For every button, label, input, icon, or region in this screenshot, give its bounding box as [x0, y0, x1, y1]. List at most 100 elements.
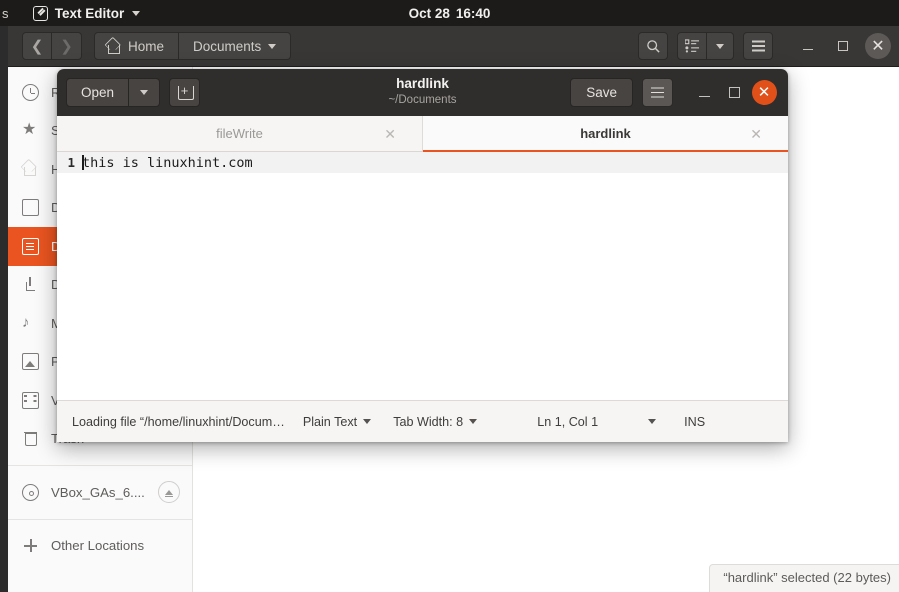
topbar-date: Oct 28 [408, 5, 450, 21]
sidebar-divider [8, 465, 192, 466]
pencil-icon [32, 5, 48, 21]
forward-button[interactable]: ❯ [52, 32, 82, 60]
new-tab-button[interactable] [169, 78, 201, 107]
topbar-app-menu[interactable]: Text Editor [32, 5, 141, 21]
editor-maximize-button[interactable] [719, 79, 749, 106]
status-insert-mode: INS [684, 414, 706, 429]
video-icon [22, 391, 39, 409]
status-file-message: Loading file “/home/linuxhint/Docum… [72, 414, 285, 429]
back-button[interactable]: ❮ [22, 32, 52, 60]
files-close-button[interactable]: ✕ [865, 33, 891, 59]
files-header-bar: ❮ ❯ Home Documents ✕ [8, 26, 899, 67]
chevron-down-icon [469, 419, 478, 424]
status-position-label: Ln 1, Col 1 [537, 414, 599, 429]
chevron-down-icon [268, 43, 277, 49]
tab-filewrite[interactable]: fileWrite ✕ [57, 116, 423, 151]
editor-close-button[interactable]: ✕ [749, 79, 779, 106]
tab-close-hardlink[interactable]: ✕ [750, 127, 762, 141]
list-view-button[interactable] [677, 32, 707, 60]
search-button[interactable] [638, 32, 668, 60]
editor-header-bar: Open hardlink ~/Documents Save ✕ [57, 69, 788, 116]
desktop-screen: s Text Editor Oct 28 16:40 ❮ ❯ Home Docum… [0, 0, 899, 592]
editor-text-area[interactable]: 1 this is linuxhint.com [57, 152, 788, 400]
maximize-icon [838, 41, 848, 51]
breadcrumb-item-documents[interactable]: Documents [179, 32, 292, 60]
line-number: 1 [67, 155, 75, 170]
editor-tab-bar: fileWrite ✕ hardlink ✕ [57, 116, 788, 152]
view-mode-group [677, 32, 734, 60]
status-tab-width-label: Tab Width: 8 [393, 414, 464, 429]
open-button[interactable]: Open [66, 78, 130, 107]
sidebar-item-vbox-device[interactable]: VBox_GAs_6.... [8, 473, 192, 512]
line-text-wrapper: this is linuxhint.com [80, 154, 253, 171]
hamburger-menu-icon [651, 91, 664, 94]
breadcrumb: Home Documents [94, 32, 292, 60]
chevron-down-icon [363, 419, 372, 424]
view-options-button[interactable] [707, 32, 734, 60]
breadcrumb-item-home[interactable]: Home [94, 32, 180, 60]
open-dropdown-button[interactable] [129, 78, 161, 107]
tab-label-hardlink: hardlink [580, 126, 631, 141]
editor-header-right: Save ✕ [570, 78, 779, 107]
list-view-icon [684, 39, 699, 53]
sidebar-item-other-locations[interactable]: Other Locations [8, 527, 192, 566]
trash-icon [22, 430, 39, 447]
files-menu-button[interactable] [743, 32, 773, 60]
status-language-selector[interactable]: Plain Text [302, 414, 372, 429]
gnome-top-bar: s Text Editor Oct 28 16:40 [0, 0, 899, 26]
status-tab-width-selector[interactable]: Tab Width: 8 [393, 414, 478, 429]
minimize-icon [803, 48, 813, 51]
sidebar-divider-2 [8, 518, 192, 520]
tab-label-filewrite: fileWrite [216, 126, 263, 141]
nav-buttons-group: ❮ ❯ [22, 32, 82, 60]
tab-close-filewrite[interactable]: ✕ [384, 127, 396, 141]
status-cursor-position: Ln 1, Col 1 [537, 415, 598, 429]
status-position-chevron-down-icon[interactable] [648, 419, 657, 424]
download-icon [22, 276, 39, 293]
tab-hardlink[interactable]: hardlink ✕ [423, 116, 788, 152]
clock-icon [22, 83, 39, 101]
editor-status-bar: Loading file “/home/linuxhint/Docum… Pla… [57, 400, 788, 442]
files-selection-status: “hardlink” selected (22 bytes) [709, 564, 899, 592]
new-tab-icon [177, 83, 194, 100]
eject-icon[interactable] [158, 481, 180, 504]
home-icon [106, 39, 121, 54]
plus-icon [22, 537, 39, 554]
chevron-down-icon [716, 43, 724, 49]
topbar-truncated-label: s [2, 5, 9, 21]
music-icon: ♪ [22, 313, 30, 331]
chevron-down-icon [140, 90, 149, 95]
files-toolbar-right: ✕ [638, 32, 891, 60]
editor-minimize-button[interactable] [689, 79, 719, 106]
editor-line: 1 this is linuxhint.com [57, 152, 788, 173]
minimize-icon [698, 95, 710, 98]
disc-icon [22, 483, 39, 501]
open-button-group: Open [66, 78, 161, 107]
home-icon [22, 161, 39, 178]
search-icon [646, 39, 660, 53]
chevron-left-icon: ❮ [30, 37, 44, 55]
chevron-down-icon [132, 10, 141, 16]
picture-icon [22, 353, 39, 371]
editor-menu-button[interactable] [642, 78, 673, 107]
files-minimize-button[interactable] [795, 33, 821, 59]
line-text: this is linuxhint.com [82, 154, 253, 171]
sidebar-label-vbox-device: VBox_GAs_6.... [51, 484, 145, 500]
desktop-icon [22, 199, 39, 217]
close-icon: ✕ [871, 38, 885, 55]
text-editor-window: Open hardlink ~/Documents Save ✕ fileWri… [57, 69, 788, 442]
save-button[interactable]: Save [570, 78, 633, 107]
chevron-right-icon: ❯ [60, 37, 73, 55]
topbar-app-name: Text Editor [54, 5, 125, 21]
star-icon: ★ [22, 121, 37, 139]
close-icon: ✕ [751, 80, 777, 105]
breadcrumb-label-documents: Documents [193, 38, 262, 54]
hamburger-menu-icon [751, 45, 765, 47]
breadcrumb-label-home: Home [128, 38, 165, 54]
topbar-time: 16:40 [455, 5, 491, 21]
document-icon [22, 237, 39, 255]
sidebar-label-other-locations: Other Locations [51, 538, 145, 554]
maximize-icon [728, 87, 740, 98]
files-maximize-button[interactable] [830, 33, 856, 59]
status-language-label: Plain Text [302, 414, 358, 429]
